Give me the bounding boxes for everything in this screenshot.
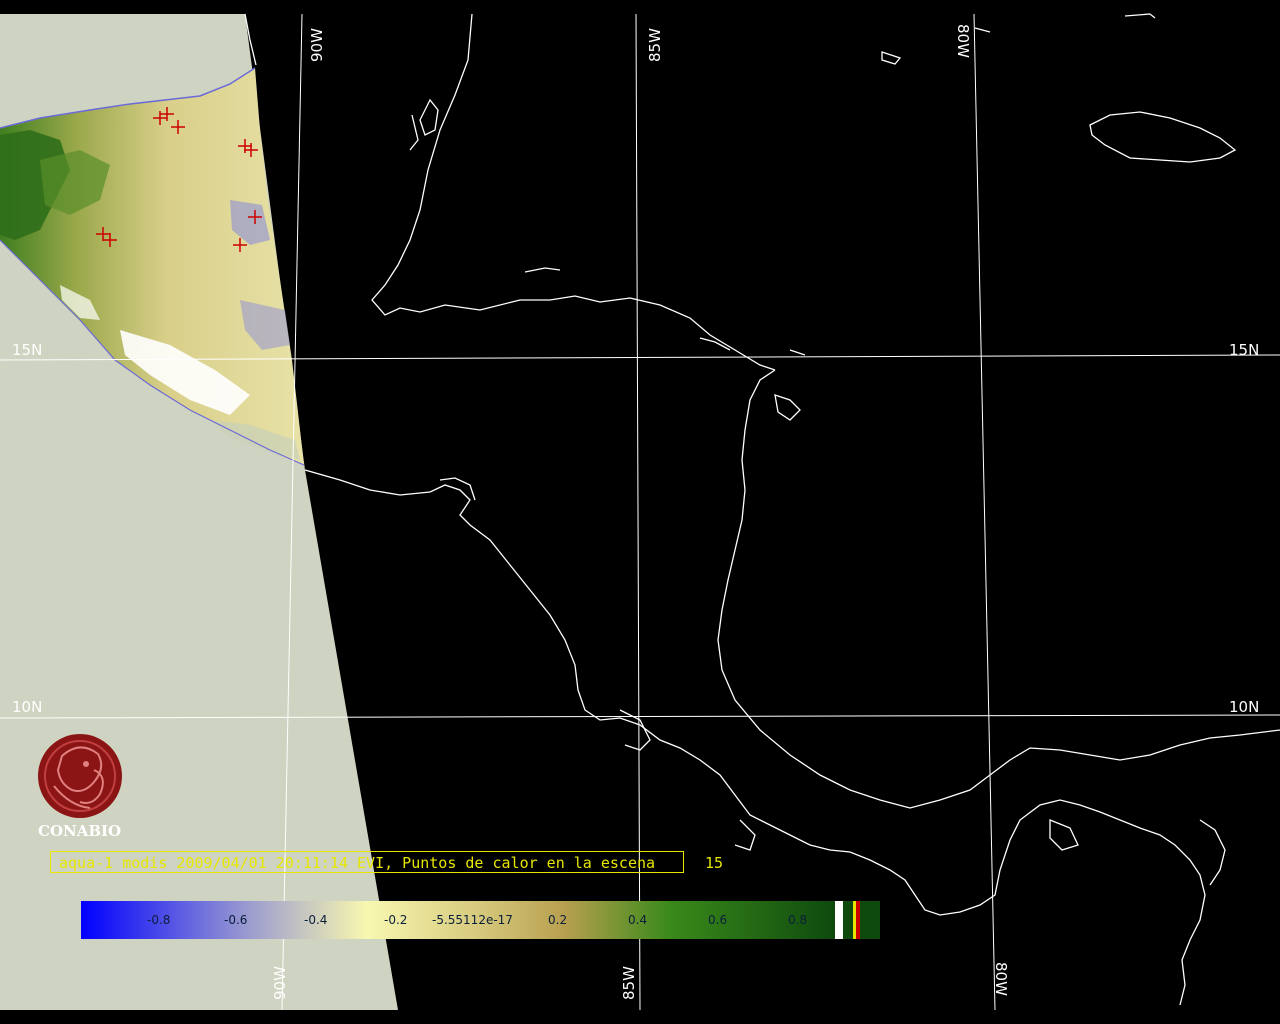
colorbar-label: 0.2 (548, 913, 567, 927)
colorbar-label: -0.8 (147, 913, 170, 927)
conabio-logo (38, 734, 122, 818)
conabio-logo-text: CONABIO (38, 822, 122, 840)
colorbar-label: 0.4 (628, 913, 647, 927)
macaw-emblem-icon (38, 734, 122, 818)
lon-label-80w-bottom: 80W (992, 962, 1010, 996)
scene-caption: aqua-1 modis 2009/04/01 20:11:14 EVI, Pu… (50, 851, 723, 873)
colorbar-label: -5.55112e-17 (432, 913, 513, 927)
lat-label-10n-right: 10N (1229, 698, 1259, 716)
fire-count: 15 (705, 854, 724, 872)
colorbar-label: -0.2 (384, 913, 407, 927)
lat-label-15n-right-b: 15N (1229, 341, 1259, 359)
colorbar-swatch-red (856, 901, 860, 939)
lat-label-10n-left: 10N (12, 698, 42, 716)
lon-label-90w-bottom: 90W (271, 966, 289, 1000)
colorbar-label: 0.6 (708, 913, 727, 927)
colorbar-swatch-white (835, 901, 843, 939)
colorbar-label: 0.8 (788, 913, 807, 927)
lon-label-85w-top: 85W (646, 28, 664, 62)
colorbar-label: -0.4 (304, 913, 327, 927)
lon-label-85w-bottom: 85W (620, 966, 638, 1000)
colorbar: -0.8 -0.6 -0.4 -0.2 -5.55112e-17 0.2 0.4 0.6 0.8 (81, 901, 880, 939)
caption-text: aqua-1 modis 2009/04/01 20:11:14 EVI, Pu… (59, 854, 656, 872)
colorbar-swatch-yellow (853, 901, 856, 939)
lat-label-15n-left: 15N (12, 341, 42, 359)
lon-label-90w-top: 90W (308, 28, 326, 62)
colorbar-label: -0.6 (224, 913, 247, 927)
lon-label-80w-top: 80W (954, 24, 972, 58)
